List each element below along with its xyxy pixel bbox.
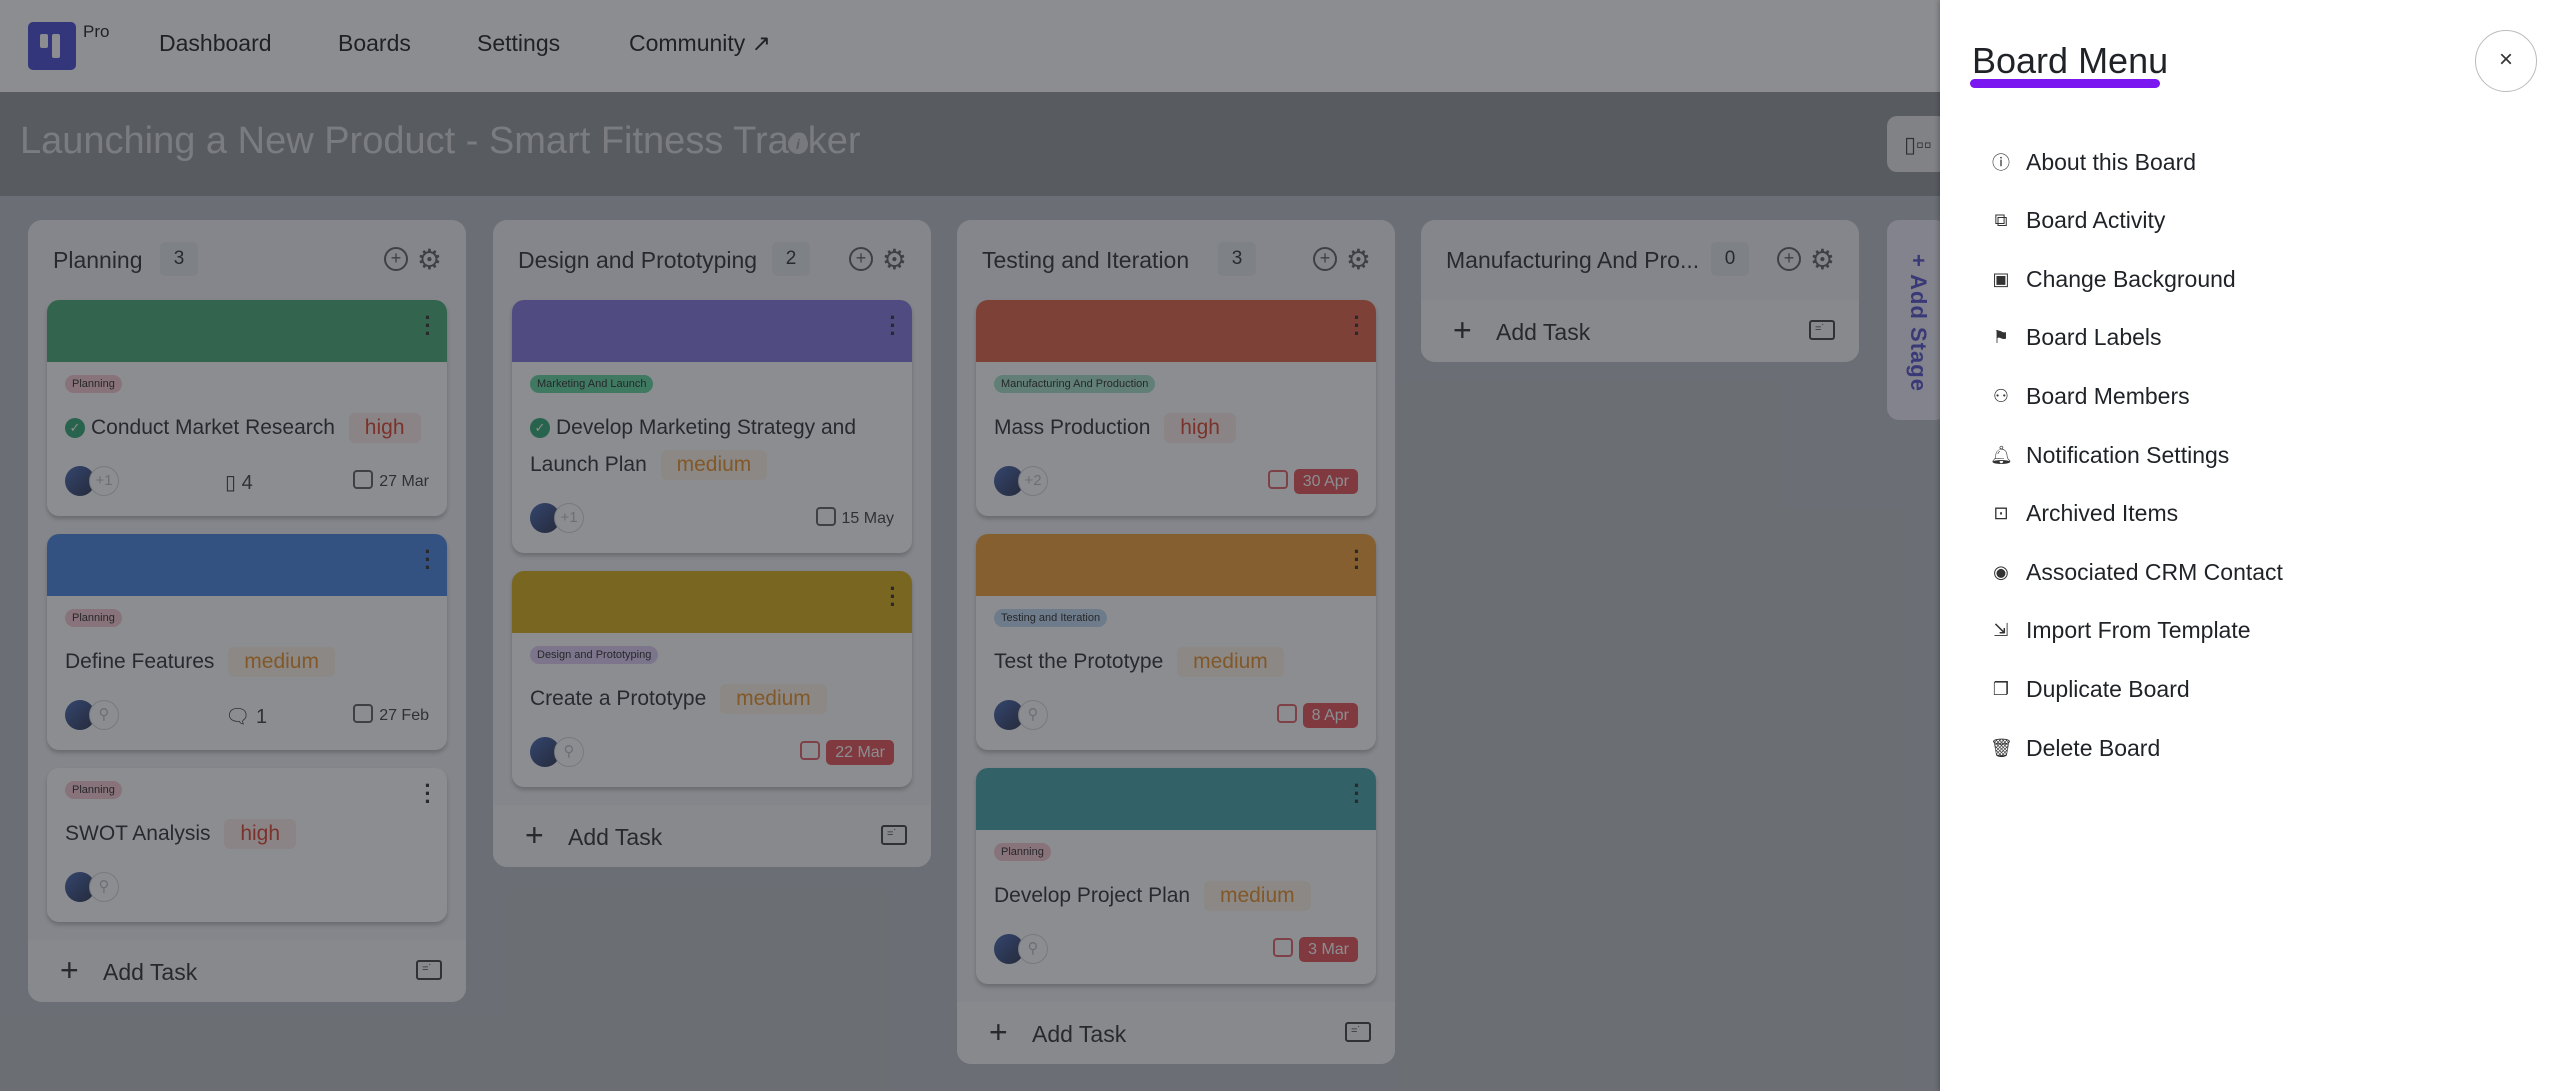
title-underline [1970,79,2160,88]
menu-item-label: Import From Template [2026,617,2251,644]
menu-item-label: Associated CRM Contact [2026,558,2283,585]
archive-icon: ⊡ [1993,503,2009,524]
menu-item-label: Delete Board [2026,734,2161,761]
bell-icon: 🔔︎ [1990,444,2013,465]
menu-item-label: About this Board [2026,148,2197,175]
import-icon: ⇲ [1993,620,2009,641]
close-icon: × [2498,46,2513,73]
trash-icon: 🗑︎ [1990,737,2013,758]
duplicate-icon: ❐ [1992,678,2010,699]
menu-item-board-activity[interactable]: ⧉ Board Activity [1990,201,2166,241]
menu-item-about-this-board[interactable]: ⓘ About this Board [1990,142,2196,182]
activity-icon: ⧉ [1994,210,2008,231]
menu-item-label: Board Activity [2026,207,2166,234]
members-icon: ⚇ [1992,385,2010,406]
board-menu-drawer: Board Menu × ⓘ About this Board ⧉ Board A… [1940,0,2560,1091]
menu-item-board-labels[interactable]: ⚑ Board Labels [1990,318,2162,358]
menu-item-associated-crm-contact[interactable]: ◉ Associated CRM Contact [1990,552,2283,592]
menu-item-label: Notification Settings [2026,441,2230,468]
close-button[interactable]: × [2475,30,2537,92]
menu-item-label: Change Background [2026,265,2236,292]
menu-item-notification-settings[interactable]: 🔔︎ Notification Settings [1990,435,2229,475]
menu-item-duplicate-board[interactable]: ❐ Duplicate Board [1990,669,2190,709]
contact-icon: ◉ [1993,561,2009,582]
menu-item-delete-board[interactable]: 🗑︎ Delete Board [1990,728,2160,768]
menu-item-label: Archived Items [2026,500,2179,527]
menu-item-label: Duplicate Board [2026,675,2190,702]
drawer-title: Board Menu [1972,40,2169,81]
modal-backdrop[interactable] [0,0,1940,1091]
flag-icon: ⚑ [1992,327,2010,348]
background-icon: ▣ [1992,268,2010,289]
menu-item-import-from-template[interactable]: ⇲ Import From Template [1990,611,2251,651]
menu-item-board-members[interactable]: ⚇ Board Members [1990,376,2190,416]
menu-item-label: Board Labels [2026,324,2162,351]
menu-item-label: Board Members [2026,382,2190,409]
info-icon: ⓘ [1992,153,2010,173]
menu-item-change-background[interactable]: ▣ Change Background [1990,259,2236,299]
menu-item-archived-items[interactable]: ⊡ Archived Items [1990,494,2178,534]
